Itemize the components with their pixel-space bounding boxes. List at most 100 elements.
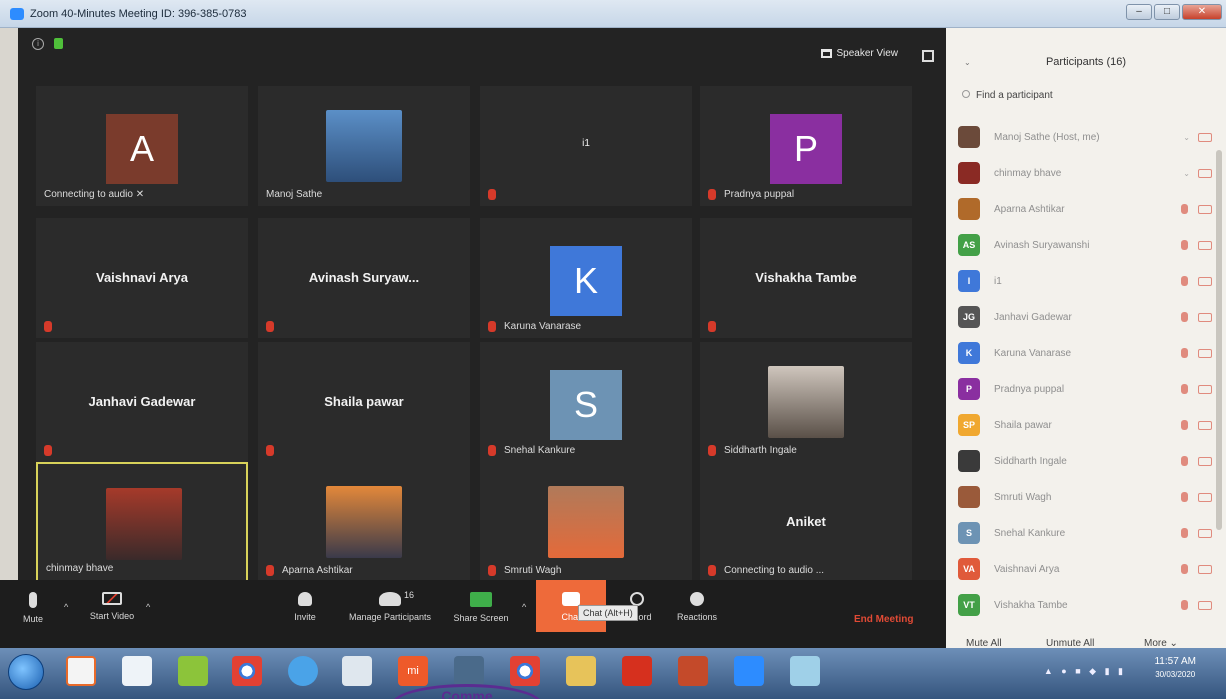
video-options-chevron-icon[interactable]: ^ <box>146 602 150 612</box>
video-tile[interactable]: Vaishnavi Arya <box>36 218 248 338</box>
share-options-chevron-icon[interactable]: ^ <box>522 602 526 612</box>
tile-center-name: Janhavi Gadewar <box>88 394 196 409</box>
participant-row[interactable]: VT Vishakha Tambe <box>958 592 1220 618</box>
muted-mic-icon <box>488 321 496 332</box>
media-player-icon[interactable] <box>66 656 96 686</box>
window-controls: – □ ✕ <box>1126 4 1222 20</box>
participant-row[interactable]: AS Avinash Suryawanshi <box>958 232 1220 258</box>
meeting-area: i Speaker View A Connecting to audio ✕ Man… <box>18 28 946 606</box>
video-tile[interactable]: Aparna Ashtikar <box>258 462 470 582</box>
reactions-label: Reactions <box>676 612 718 622</box>
video-tile[interactable]: A Connecting to audio ✕ <box>36 86 248 206</box>
video-tile[interactable]: chinmay bhave <box>36 462 248 582</box>
system-tray-icons[interactable]: ▲ ● ■ ◆ ▮ ▮ <box>1044 666 1126 677</box>
document-icon[interactable] <box>342 656 372 686</box>
powerpoint-icon[interactable] <box>678 656 708 686</box>
audio-options-chevron-icon[interactable]: ^ <box>64 602 68 612</box>
video-tile[interactable]: Siddharth Ingale <box>700 342 912 462</box>
start-button[interactable] <box>8 654 44 690</box>
tile-caption: Karuna Vanarase <box>504 321 582 332</box>
snipping-tool-icon[interactable] <box>790 656 820 686</box>
folder-icon[interactable] <box>566 656 596 686</box>
mi-app-icon[interactable]: mi <box>398 656 428 686</box>
lock-icon[interactable] <box>54 38 63 49</box>
invite-label: Invite <box>294 612 316 622</box>
muted-mic-icon <box>44 445 52 456</box>
video-off-icon <box>102 592 122 605</box>
share-screen-button[interactable]: Share Screen <box>450 592 512 623</box>
monitor-app-icon[interactable] <box>454 656 484 686</box>
participant-row[interactable]: P Pradnya puppal <box>958 376 1220 402</box>
windows-taskbar: mi ▲ ● ■ ◆ ▮ ▮ 11:57 AM 30/03/2020 <box>0 648 1226 699</box>
participant-row[interactable]: Siddharth Ingale <box>958 448 1220 474</box>
start-video-button[interactable]: Start Video <box>80 592 144 621</box>
participant-video-thumbnail <box>106 488 182 560</box>
maximize-button[interactable]: □ <box>1154 4 1180 20</box>
video-tile[interactable]: Smruti Wagh <box>480 462 692 582</box>
manage-participants-button[interactable]: Manage Participants <box>340 592 440 622</box>
video-tile[interactable]: i1 <box>480 86 692 206</box>
tile-caption: Aparna Ashtikar <box>282 565 353 576</box>
acrobat-icon[interactable] <box>622 656 652 686</box>
start-video-label: Start Video <box>89 611 135 621</box>
close-button[interactable]: ✕ <box>1182 4 1222 20</box>
muted-mic-icon <box>1181 528 1188 538</box>
record-icon <box>630 592 644 606</box>
chat-tooltip: Chat (Alt+H) <box>578 605 638 621</box>
muted-mic-icon <box>1181 204 1188 214</box>
end-meeting-button[interactable]: End Meeting <box>854 614 913 625</box>
invite-button[interactable]: Invite <box>288 592 322 622</box>
muted-mic-icon <box>488 189 496 200</box>
participant-row[interactable]: Ii1 <box>958 268 1220 294</box>
participant-row[interactable]: Manoj Sathe (Host, me) ⌄ <box>958 124 1220 150</box>
participant-avatar: A <box>106 114 178 184</box>
participant-row[interactable]: VA Vaishnavi Arya <box>958 556 1220 582</box>
participant-name: Smruti Wagh <box>994 491 1052 503</box>
clock-date: 30/03/2020 <box>1155 670 1196 679</box>
participant-name: Karuna Vanarase <box>994 347 1072 359</box>
video-tile[interactable]: Aniket Connecting to audio ... <box>700 462 912 582</box>
chrome-icon[interactable] <box>232 656 262 686</box>
chevron-down-icon[interactable]: ⌄ <box>1183 133 1190 142</box>
participant-name: i1 <box>994 275 1002 287</box>
participant-row[interactable]: S Snehal Kankure <box>958 520 1220 546</box>
zoom-taskbar-icon[interactable] <box>734 656 764 686</box>
android-icon[interactable] <box>178 656 208 686</box>
video-tile[interactable]: Vishakha Tambe <box>700 218 912 338</box>
fullscreen-icon[interactable] <box>922 50 934 62</box>
video-off-icon <box>1198 600 1212 610</box>
reactions-button[interactable]: Reactions <box>672 592 722 622</box>
speaker-view-icon <box>821 49 833 58</box>
video-tile[interactable]: Shaila pawar <box>258 342 470 462</box>
reactions-icon <box>690 592 704 606</box>
chrome-window-icon[interactable] <box>510 656 540 686</box>
video-tile[interactable]: Janhavi Gadewar <box>36 342 248 462</box>
participant-row[interactable]: chinmay bhave ⌄ <box>958 160 1220 186</box>
participant-list-avatar <box>958 486 980 508</box>
participant-row[interactable]: SP Shaila pawar <box>958 412 1220 438</box>
muted-mic-icon <box>1181 564 1188 574</box>
info-icon[interactable]: i <box>32 38 44 50</box>
internet-explorer-icon[interactable] <box>288 656 318 686</box>
video-tile[interactable]: P Pradnya puppal <box>700 86 912 206</box>
tile-caption: Connecting to audio ... <box>724 565 825 576</box>
tile-center-name: Shaila pawar <box>324 394 404 409</box>
speaker-view-button[interactable]: Speaker View <box>821 48 898 59</box>
video-tile[interactable]: K Karuna Vanarase <box>480 218 692 338</box>
muted-mic-icon <box>1181 240 1188 250</box>
taskbar-clock[interactable]: 11:57 AM 30/03/2020 <box>1154 656 1196 679</box>
mute-button[interactable]: Mute <box>18 592 48 624</box>
participant-row[interactable]: Smruti Wagh <box>958 484 1220 510</box>
video-tile[interactable]: Manoj Sathe <box>258 86 470 206</box>
participant-video-thumbnail <box>326 486 402 558</box>
minimize-button[interactable]: – <box>1126 4 1152 20</box>
video-tile[interactable]: Avinash Suryaw... <box>258 218 470 338</box>
participant-row[interactable]: JG Janhavi Gadewar <box>958 304 1220 330</box>
find-participant-input[interactable]: Find a participant <box>962 90 1212 101</box>
participant-list-scrollbar[interactable] <box>1216 150 1222 530</box>
notepad-icon[interactable] <box>122 656 152 686</box>
participant-row[interactable]: K Karuna Vanarase <box>958 340 1220 366</box>
video-tile[interactable]: S Snehal Kankure <box>480 342 692 462</box>
chevron-down-icon[interactable]: ⌄ <box>1183 169 1190 178</box>
participant-row[interactable]: Aparna Ashtikar <box>958 196 1220 222</box>
